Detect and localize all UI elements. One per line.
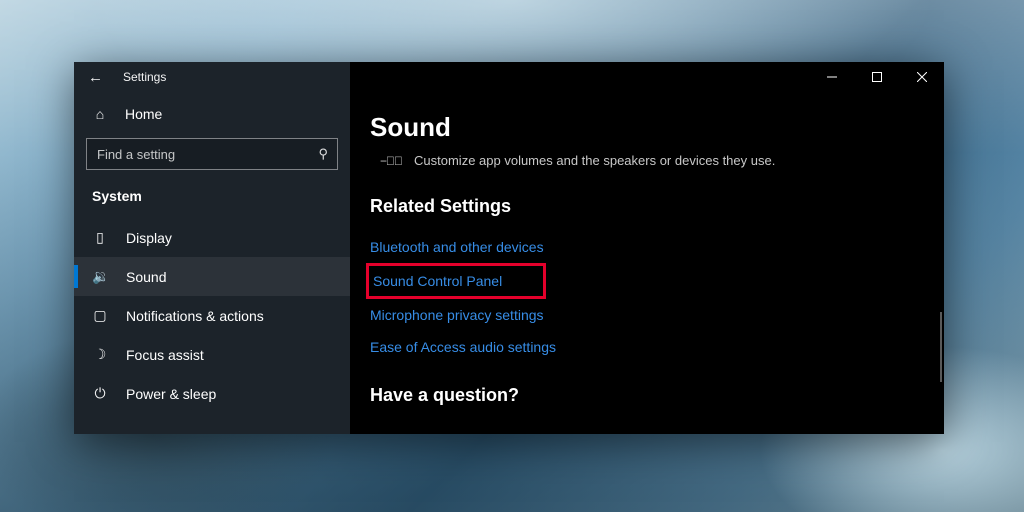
settings-window: ← Settings ⌂ Home ⚲ System ▯ Display 🔉 S… bbox=[74, 62, 944, 434]
focus-assist-icon: ☽ bbox=[92, 346, 108, 363]
link-ease-of-access[interactable]: Ease of Access audio settings bbox=[370, 331, 556, 363]
sidebar: ← Settings ⌂ Home ⚲ System ▯ Display 🔉 S… bbox=[74, 62, 350, 434]
close-icon bbox=[917, 72, 927, 82]
scrollbar[interactable] bbox=[940, 312, 942, 382]
sidebar-item-display[interactable]: ▯ Display bbox=[74, 218, 350, 257]
question-header: Have a question? bbox=[370, 385, 944, 406]
sidebar-item-notifications[interactable]: ▢ Notifications & actions bbox=[74, 296, 350, 335]
sidebar-item-label: Sound bbox=[126, 269, 166, 285]
sound-icon: 🔉 bbox=[92, 268, 108, 285]
minimize-icon bbox=[827, 72, 837, 82]
page-title: Sound bbox=[370, 112, 944, 143]
window-controls bbox=[809, 62, 944, 92]
minimize-button[interactable] bbox=[809, 62, 854, 92]
display-icon: ▯ bbox=[92, 229, 108, 246]
link-microphone-privacy[interactable]: Microphone privacy settings bbox=[370, 299, 544, 331]
link-bluetooth[interactable]: Bluetooth and other devices bbox=[370, 231, 544, 263]
sidebar-item-label: Notifications & actions bbox=[126, 308, 264, 324]
search-icon: ⚲ bbox=[318, 146, 328, 162]
sidebar-item-focus-assist[interactable]: ☽ Focus assist bbox=[74, 335, 350, 374]
link-sound-control-panel[interactable]: Sound Control Panel bbox=[373, 271, 502, 291]
sidebar-item-label: Power & sleep bbox=[126, 386, 216, 402]
main-content: Sound − Customize app volumes and the … bbox=[350, 62, 944, 406]
maximize-icon bbox=[872, 72, 882, 82]
home-nav[interactable]: ⌂ Home bbox=[74, 96, 350, 132]
category-label: System bbox=[74, 180, 350, 218]
titlebar: ← Settings bbox=[74, 62, 350, 92]
search-input[interactable] bbox=[86, 138, 338, 170]
home-icon: ⌂ bbox=[92, 106, 108, 122]
power-icon: ⏻ bbox=[92, 385, 108, 402]
sidebar-item-label: Focus assist bbox=[126, 347, 204, 363]
related-settings-header: Related Settings bbox=[370, 196, 944, 217]
maximize-button[interactable] bbox=[854, 62, 899, 92]
search-field-wrap: ⚲ bbox=[86, 138, 338, 170]
app-title: Settings bbox=[123, 70, 166, 84]
notifications-icon: ▢ bbox=[92, 307, 108, 324]
home-label: Home bbox=[125, 106, 162, 122]
sidebar-item-power[interactable]: ⏻ Power & sleep bbox=[74, 374, 350, 413]
content-pane: Sound − Customize app volumes and the … bbox=[350, 62, 944, 434]
subtitle-text: Customize app volumes and the speakers o… bbox=[414, 153, 775, 168]
annotation-highlight: Sound Control Panel bbox=[366, 263, 546, 299]
sidebar-item-sound[interactable]: 🔉 Sound bbox=[74, 257, 350, 296]
related-links-list: Bluetooth and other devices Sound Contro… bbox=[370, 231, 944, 363]
close-button[interactable] bbox=[899, 62, 944, 92]
back-arrow-icon[interactable]: ← bbox=[88, 69, 103, 86]
subtitle-row: − Customize app volumes and the speake… bbox=[370, 153, 944, 168]
volume-mixer-icon: − bbox=[380, 154, 402, 168]
sidebar-item-label: Display bbox=[126, 230, 172, 246]
